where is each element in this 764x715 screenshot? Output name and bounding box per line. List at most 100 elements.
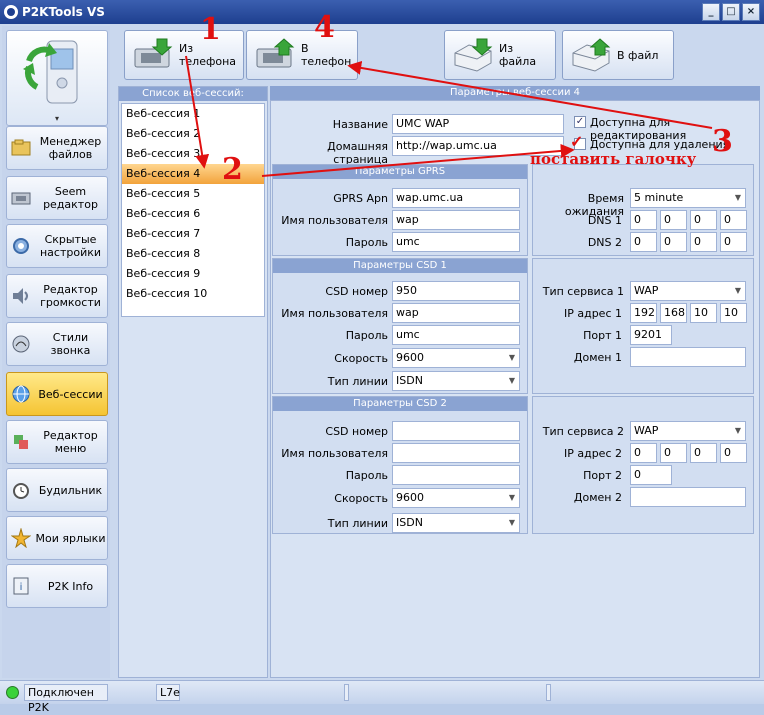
list-item[interactable]: Веб-сессия 5 — [122, 184, 264, 204]
csd1-line-label: Тип линии — [327, 375, 388, 388]
nav-item-label: Редактор меню — [43, 429, 98, 455]
csd2-user-label: Имя пользователя — [281, 447, 388, 460]
alarm-clock-icon — [11, 480, 31, 500]
csd2-line-label: Тип линии — [327, 517, 388, 530]
nav-item-4[interactable]: Редактор громкости — [6, 274, 108, 318]
service1-ip-octet-4[interactable]: 10 — [720, 303, 747, 323]
csd2-pass-field[interactable] — [392, 465, 520, 485]
dns2-octet-3[interactable]: 0 — [690, 232, 717, 252]
dns1-octet-2[interactable]: 0 — [660, 210, 687, 230]
gprs-apn-field[interactable]: wap.umc.ua — [392, 188, 520, 208]
list-item[interactable]: Веб-сессия 2 — [122, 124, 264, 144]
dns1-octet-4[interactable]: 0 — [720, 210, 747, 230]
from-phone-button[interactable]: Из телефона — [124, 30, 244, 80]
csd2-speed-label: Скорость — [334, 492, 388, 505]
annotation-3: 3 — [712, 124, 733, 159]
session-list-panel: Список веб-сессий: Веб-сессия 1 Веб-сесси… — [118, 86, 268, 678]
gprs-user-label: Имя пользователя — [281, 214, 388, 227]
nav-item-7[interactable]: Редактор меню — [6, 420, 108, 464]
dns2-octet-1[interactable]: 0 — [630, 232, 657, 252]
service2-ip-octet-2[interactable]: 0 — [660, 443, 687, 463]
service2-domain-field[interactable] — [630, 487, 746, 507]
to-file-button[interactable]: В файл — [562, 30, 674, 80]
service2-ip-octet-1[interactable]: 0 — [630, 443, 657, 463]
dns2-octet-2[interactable]: 0 — [660, 232, 687, 252]
seem-editor-icon — [11, 188, 31, 208]
csd1-user-field[interactable]: wap — [392, 303, 520, 323]
dns1-octet-1[interactable]: 0 — [630, 210, 657, 230]
chip-download-icon — [131, 37, 175, 73]
service1-ip-label: IP адрес 1 — [563, 307, 622, 320]
csd2-user-field[interactable] — [392, 443, 520, 463]
name-field[interactable]: UMC WAP — [392, 114, 564, 134]
dns2-label: DNS 2 — [587, 236, 622, 249]
nav-item-1[interactable]: Менеджер файлов — [6, 126, 108, 170]
service2-type-select[interactable]: WAP — [630, 421, 746, 441]
nav-item-6[interactable]: Веб-сессии — [6, 372, 108, 416]
dns2-octet-4[interactable]: 0 — [720, 232, 747, 252]
service2-ip-octet-4[interactable]: 0 — [720, 443, 747, 463]
nav-item-8[interactable]: Будильник — [6, 468, 108, 512]
editable-checkbox[interactable]: ✓ — [574, 116, 586, 128]
service1-port-label: Порт 1 — [583, 329, 622, 342]
home-page-label: Домашняя страница — [327, 140, 388, 166]
annotation-1: 1 — [200, 12, 221, 47]
drive-upload-icon — [569, 37, 613, 73]
service1-type-select[interactable]: WAP — [630, 281, 746, 301]
service1-port-field[interactable]: 9201 — [630, 325, 672, 345]
service1-domain-field[interactable] — [630, 347, 746, 367]
to-phone-label: В телефон — [301, 42, 352, 68]
nav-item-label: Веб-сессии — [38, 387, 103, 401]
from-file-button[interactable]: Из файла — [444, 30, 556, 80]
list-item[interactable]: Веб-сессия 7 — [122, 224, 264, 244]
nav-item-label: Мои ярлыки — [35, 531, 106, 545]
csd2-line-select[interactable]: ISDN — [392, 513, 520, 533]
csd2-number-label: CSD номер — [325, 425, 388, 438]
list-item[interactable]: Веб-сессия 6 — [122, 204, 264, 224]
csd1-line-select[interactable]: ISDN — [392, 371, 520, 391]
service2-ip-label: IP адрес 2 — [563, 447, 622, 460]
params-header: Параметры веб-сессии 4 — [270, 86, 760, 100]
to-phone-button[interactable]: В телефон — [246, 30, 358, 80]
nav-item-3[interactable]: Скрытые настройки — [6, 224, 108, 268]
csd1-number-field[interactable]: 950 — [392, 281, 520, 301]
service1-ip-octet-1[interactable]: 192 — [630, 303, 657, 323]
maximize-button[interactable]: □ — [722, 3, 740, 21]
list-item[interactable]: Веб-сессия 10 — [122, 284, 264, 304]
nav-item-5[interactable]: Стили звонка — [6, 322, 108, 366]
nav-item-10[interactable]: i P2K Info — [6, 564, 108, 608]
service2-ip-octet-3[interactable]: 0 — [690, 443, 717, 463]
csd2-speed-select[interactable]: 9600 — [392, 488, 520, 508]
csd1-number-label: CSD номер — [325, 285, 388, 298]
list-item[interactable]: Веб-сессия 9 — [122, 264, 264, 284]
service1-type-label: Тип сервиса 1 — [542, 285, 624, 298]
dns1-octet-3[interactable]: 0 — [690, 210, 717, 230]
nav-item-label: Редактор громкости — [40, 283, 101, 309]
ring-styles-icon — [11, 334, 31, 354]
gprs-pass-field[interactable]: umc — [392, 232, 520, 252]
minimize-button[interactable]: _ — [702, 3, 720, 21]
svg-text:i: i — [20, 582, 23, 593]
nav-item-9[interactable]: Мои ярлыки — [6, 516, 108, 560]
nav-item-label: Стили звонка — [50, 331, 91, 357]
close-button[interactable]: × — [742, 3, 760, 21]
gprs-user-field[interactable]: wap — [392, 210, 520, 230]
list-item[interactable]: Веб-сессия 8 — [122, 244, 264, 264]
service2-port-label: Порт 2 — [583, 469, 622, 482]
list-item[interactable]: Веб-сессия 1 — [122, 104, 264, 124]
session-list[interactable]: Веб-сессия 1 Веб-сессия 2 Веб-сессия 3 Веб-… — [121, 103, 265, 317]
menu-editor-icon — [11, 432, 31, 452]
timeout-select[interactable]: 5 minute — [630, 188, 746, 208]
csd2-number-field[interactable] — [392, 421, 520, 441]
service1-ip-octet-3[interactable]: 10 — [690, 303, 717, 323]
csd1-speed-select[interactable]: 9600 — [392, 348, 520, 368]
service1-domain-label: Домен 1 — [573, 351, 622, 364]
csd2-title: Параметры CSD 2 — [273, 397, 527, 411]
service2-port-field[interactable]: 0 — [630, 465, 672, 485]
nav-item-2[interactable]: Seem редактор — [6, 176, 108, 220]
phone-sync-tile[interactable]: ▾ — [6, 30, 108, 126]
csd1-pass-field[interactable]: umc — [392, 325, 520, 345]
nav-item-label: Скрытые настройки — [39, 233, 102, 259]
service1-ip-octet-2[interactable]: 168 — [660, 303, 687, 323]
status-separator — [344, 684, 349, 701]
